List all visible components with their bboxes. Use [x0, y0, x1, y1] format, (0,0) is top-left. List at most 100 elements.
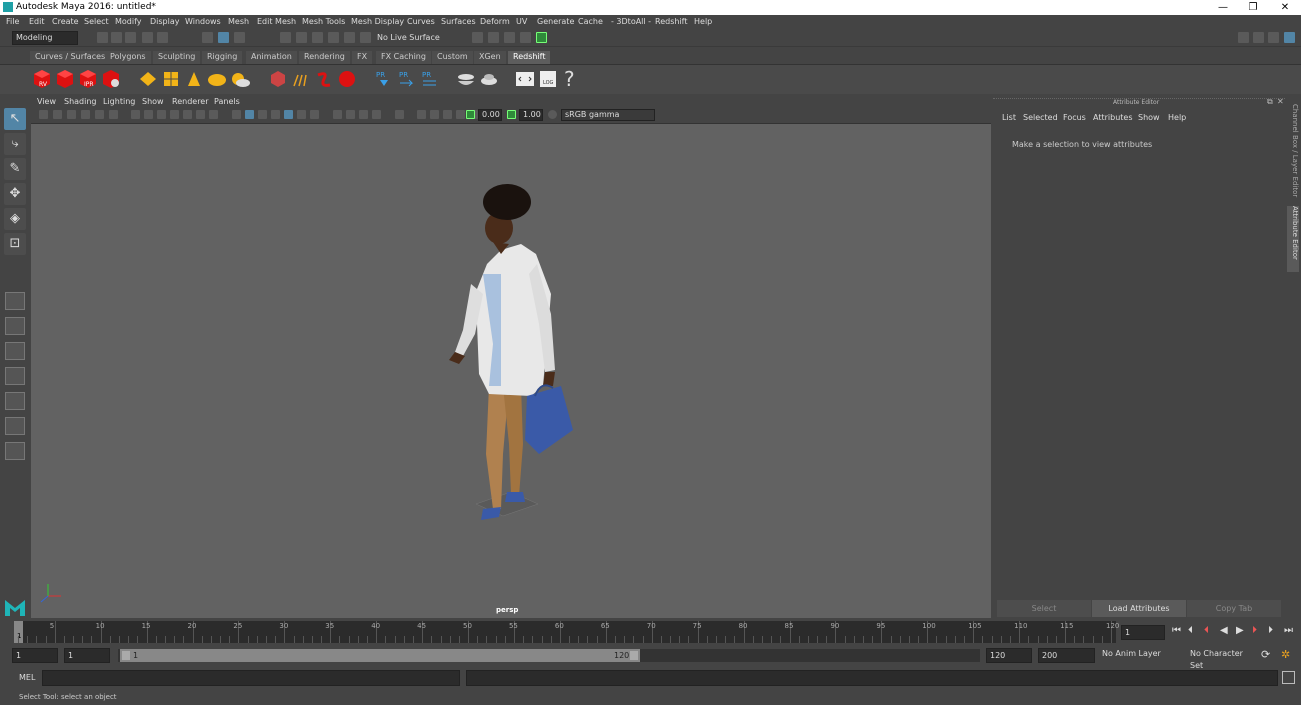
vp-menu-view[interactable]: View: [37, 97, 56, 106]
range-handle[interactable]: [120, 649, 640, 662]
script-editor-button-icon[interactable]: [1282, 671, 1295, 684]
select-object-icon[interactable]: [218, 32, 229, 43]
light-grid-icon[interactable]: [161, 69, 181, 89]
timeline-ruler[interactable]: 1 5 10 15 20 25 30 35 40 45 50 55 60 65 70 75 80 85 90 95 1…: [14, 621, 1119, 643]
textured-icon[interactable]: [271, 110, 280, 119]
ae-menu-selected[interactable]: Selected: [1023, 113, 1058, 122]
xray-components-icon[interactable]: [372, 110, 381, 119]
play-backward-icon[interactable]: ◀: [1220, 625, 1228, 636]
hypershade-icon[interactable]: [536, 32, 547, 43]
vp-menu-show[interactable]: Show: [142, 97, 164, 106]
use-all-lights-icon[interactable]: [284, 110, 293, 119]
layout-single-icon[interactable]: [5, 292, 25, 310]
float-panel-icon[interactable]: ⧉: [1267, 97, 1273, 107]
shelf-tab-rigging[interactable]: Rigging: [202, 51, 243, 64]
select-component-icon[interactable]: [234, 32, 245, 43]
command-input[interactable]: [42, 670, 460, 686]
shelf-tab-fx-caching[interactable]: FX Caching: [376, 51, 431, 64]
material-cloud-icon[interactable]: [479, 69, 499, 89]
redshift-render-icon[interactable]: [55, 69, 75, 89]
live-surface-icon[interactable]: [360, 32, 371, 43]
gamma-icon[interactable]: [507, 110, 516, 119]
multisample-icon[interactable]: [430, 110, 439, 119]
menu-create[interactable]: Create: [52, 17, 79, 26]
gate-mask-icon[interactable]: [170, 110, 179, 119]
ae-menu-show[interactable]: Show: [1138, 113, 1160, 122]
light-spot-icon[interactable]: [184, 69, 204, 89]
gamma-field[interactable]: 1.00: [519, 109, 543, 121]
menu-redshift[interactable]: Redshift: [655, 17, 687, 26]
redshift-rv-icon[interactable]: RV: [32, 69, 52, 89]
grid-icon[interactable]: [131, 110, 140, 119]
shelf-tab-polygons[interactable]: Polygons: [105, 51, 151, 64]
current-frame-field[interactable]: 1: [1121, 625, 1165, 640]
menu-file[interactable]: File: [6, 17, 19, 26]
go-to-start-icon[interactable]: ⏮: [1172, 625, 1181, 636]
character-set-dropdown[interactable]: No Character Set: [1187, 648, 1257, 670]
camera-attr-icon[interactable]: [53, 110, 62, 119]
ae-copy-tab-button[interactable]: Copy Tab: [1187, 600, 1281, 617]
image-plane-icon[interactable]: [81, 110, 90, 119]
proxy-cube-icon[interactable]: [268, 69, 288, 89]
log-icon[interactable]: LOG: [538, 69, 558, 89]
menu-curves[interactable]: Curves: [407, 17, 435, 26]
channel-box-tab[interactable]: Channel Box / Layer Editor: [1287, 104, 1299, 199]
close-button[interactable]: ✕: [1270, 0, 1300, 15]
attribute-editor-toggle-icon[interactable]: [1284, 32, 1295, 43]
xray-joints-icon[interactable]: [359, 110, 368, 119]
light-sun-icon[interactable]: [230, 69, 250, 89]
smooth-shade-icon[interactable]: [245, 110, 254, 119]
new-scene-icon[interactable]: [97, 32, 108, 43]
close-panel-icon[interactable]: ✕: [1277, 97, 1284, 106]
color-management-icon[interactable]: [548, 110, 557, 119]
post-render-export-icon[interactable]: PR: [397, 69, 417, 89]
post-render-swap-icon[interactable]: PR: [420, 69, 440, 89]
scale-tool-icon[interactable]: ⊡: [4, 233, 26, 255]
menu-uv[interactable]: UV: [516, 17, 527, 26]
range-start-handle-icon[interactable]: [122, 651, 130, 660]
anim-prefs-icon[interactable]: ✲: [1281, 648, 1290, 661]
select-hierarchy-icon[interactable]: [202, 32, 213, 43]
vp-menu-shading[interactable]: Shading: [64, 97, 97, 106]
light-dome-icon[interactable]: [207, 69, 227, 89]
snap-point-icon[interactable]: [312, 32, 323, 43]
menu-surfaces[interactable]: Surfaces: [441, 17, 476, 26]
ipr-render-icon[interactable]: [504, 32, 515, 43]
menu-mesh-display[interactable]: Mesh Display: [351, 17, 404, 26]
select-tool-icon[interactable]: ↖: [4, 108, 26, 130]
layout-outliner-icon[interactable]: [5, 417, 25, 435]
shelf-tab-custom[interactable]: Custom: [432, 51, 473, 64]
step-back-frame-icon[interactable]: ⏴: [1204, 625, 1209, 636]
render-frame-icon[interactable]: [488, 32, 499, 43]
snap-grid-icon[interactable]: [280, 32, 291, 43]
range-end-handle-icon[interactable]: [630, 651, 638, 660]
screen-space-ao-icon[interactable]: [443, 110, 452, 119]
help-icon[interactable]: ?: [564, 67, 575, 91]
command-language-label[interactable]: MEL: [19, 673, 35, 682]
snap-view-icon[interactable]: [328, 32, 339, 43]
film-gate-icon[interactable]: [144, 110, 153, 119]
redo-icon[interactable]: [157, 32, 168, 43]
vp-menu-renderer[interactable]: Renderer: [172, 97, 209, 106]
shelf-tab-rendering[interactable]: Rendering: [299, 51, 350, 64]
menu-mesh-tools[interactable]: Mesh Tools: [302, 17, 345, 26]
camera-select-icon[interactable]: [39, 110, 48, 119]
render-settings-icon[interactable]: [520, 32, 531, 43]
step-back-key-icon[interactable]: ⏴: [1188, 625, 1193, 636]
snap-surface-icon[interactable]: [344, 32, 355, 43]
layout-persp-graph-icon[interactable]: [5, 367, 25, 385]
light-area-icon[interactable]: [138, 69, 158, 89]
open-scene-icon[interactable]: [111, 32, 122, 43]
step-forward-frame-icon[interactable]: ⏵: [1252, 625, 1257, 636]
menu-display[interactable]: Display: [150, 17, 180, 26]
layout-persp-outliner-icon[interactable]: [5, 392, 25, 410]
move-tool-icon[interactable]: ✥: [4, 183, 26, 205]
undo-icon[interactable]: [142, 32, 153, 43]
shelf-tab-redshift[interactable]: Redshift: [508, 51, 551, 64]
channel-box-toggle-icon[interactable]: [1268, 32, 1279, 43]
playback-end-field[interactable]: 120: [986, 648, 1032, 663]
restore-button[interactable]: ❐: [1238, 0, 1268, 15]
script-editor-icon[interactable]: [515, 69, 535, 89]
mode-dropdown[interactable]: Modeling: [12, 31, 78, 45]
ae-menu-attributes[interactable]: Attributes: [1093, 113, 1133, 122]
